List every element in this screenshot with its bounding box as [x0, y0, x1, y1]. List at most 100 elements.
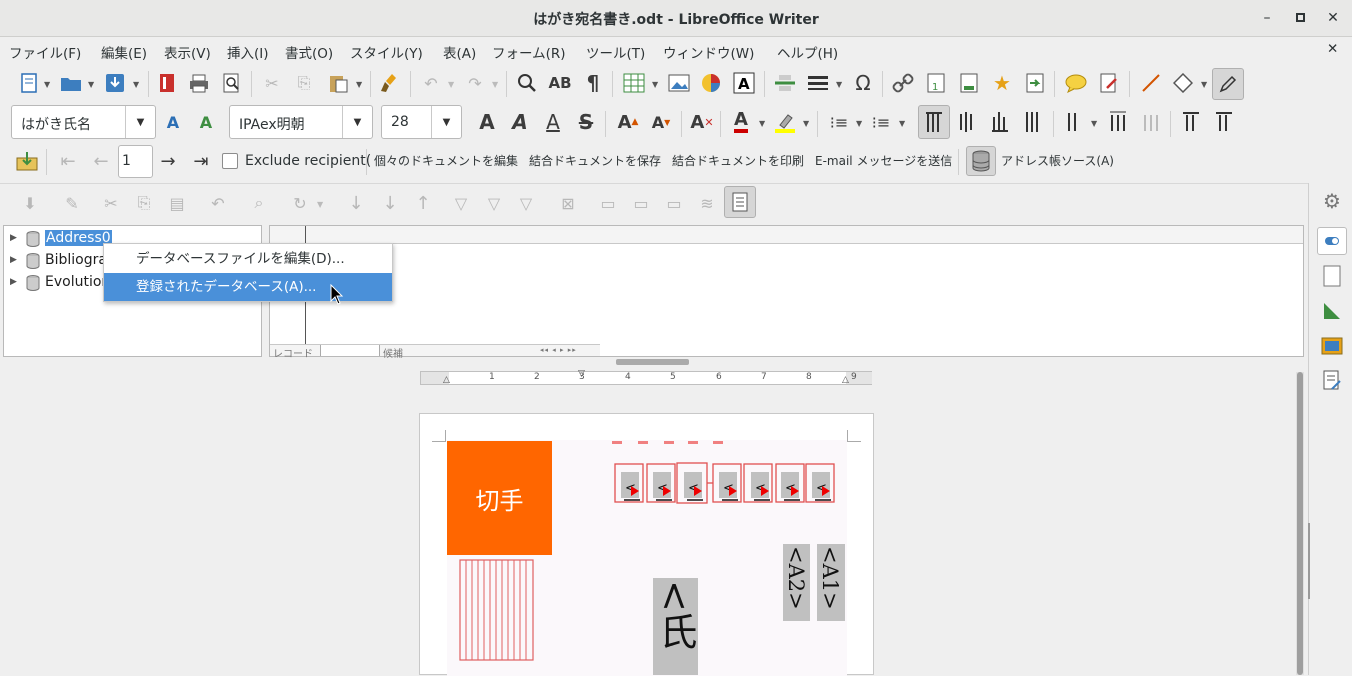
- basic-shapes-icon[interactable]: [1170, 70, 1196, 96]
- redo-icon[interactable]: ↷: [462, 70, 488, 96]
- find-record-icon[interactable]: ⌕: [246, 190, 272, 216]
- expand-icon[interactable]: ▶: [10, 277, 17, 287]
- menu-window[interactable]: ウィンドウ(W): [663, 42, 754, 62]
- increase-indent-icon[interactable]: [1178, 109, 1204, 135]
- find-replace-icon[interactable]: [514, 70, 540, 96]
- previous-record-icon[interactable]: ←: [88, 148, 114, 174]
- chevron-down-icon[interactable]: ▼: [1091, 119, 1097, 128]
- chevron-down-icon[interactable]: ▼: [492, 80, 498, 89]
- font-size-combo[interactable]: 28 ▼: [381, 105, 462, 139]
- first-line-indent-icon[interactable]: ▽: [578, 369, 585, 379]
- exclude-recipient-checkbox[interactable]: [222, 153, 238, 169]
- comment-icon[interactable]: [1063, 70, 1089, 96]
- menu-table[interactable]: 表(A): [443, 42, 476, 62]
- save-icon[interactable]: [102, 70, 128, 96]
- align-center-vertical-icon[interactable]: [954, 109, 980, 135]
- maximize-icon[interactable]: [1290, 8, 1310, 28]
- data-to-fields-icon[interactable]: ▭: [595, 190, 621, 216]
- edit-database-file-menu-item[interactable]: データベースファイルを編集(D)...: [104, 245, 392, 273]
- record-nav-icons[interactable]: ◂◂ ◂ ▸ ▸▸: [540, 346, 577, 354]
- clone-formatting-icon[interactable]: [377, 70, 403, 96]
- highlight-color-icon[interactable]: [772, 109, 798, 135]
- clear-formatting-icon[interactable]: A ✕: [689, 109, 715, 135]
- draw-functions-icon[interactable]: [1212, 68, 1244, 100]
- insert-field-icon[interactable]: [805, 70, 831, 96]
- expand-icon[interactable]: ▶: [10, 233, 17, 243]
- apply-filter-icon[interactable]: ▽: [513, 190, 539, 216]
- autofilter-icon[interactable]: ▽: [448, 190, 474, 216]
- chevron-down-icon[interactable]: ▼: [759, 119, 765, 128]
- update-style-icon[interactable]: A: [160, 109, 186, 135]
- address1-field[interactable]: <A1>: [817, 544, 845, 621]
- open-folder-icon[interactable]: [58, 70, 84, 96]
- insert-textbox-icon[interactable]: A: [731, 70, 757, 96]
- sort-descending-icon[interactable]: ↓: [377, 190, 403, 216]
- minimize-icon[interactable]: –: [1257, 8, 1277, 28]
- print-icon[interactable]: [186, 70, 212, 96]
- explorer-toggle-icon[interactable]: [724, 186, 756, 218]
- spelling-icon[interactable]: AB: [547, 70, 573, 96]
- special-character-icon[interactable]: Ω: [850, 70, 876, 96]
- italic-icon[interactable]: A: [507, 109, 533, 135]
- insert-data-icon[interactable]: ⬇: [17, 190, 43, 216]
- increase-spacing-icon[interactable]: [1105, 109, 1131, 135]
- refresh-icon[interactable]: ↻: [287, 190, 313, 216]
- export-pdf-icon[interactable]: [154, 70, 180, 96]
- chevron-down-icon[interactable]: ▼: [856, 119, 862, 128]
- connect-to-address-list-icon[interactable]: [14, 148, 40, 174]
- data-source-of-document-icon[interactable]: ▭: [661, 190, 687, 216]
- copy-icon[interactable]: ⎘: [131, 190, 157, 216]
- sidebar-settings-gear-icon[interactable]: ⚙: [1319, 188, 1345, 214]
- formatting-marks-icon[interactable]: ¶: [580, 70, 606, 96]
- close-icon[interactable]: ✕: [1323, 8, 1343, 28]
- sidebar-manage-changes-icon[interactable]: [1319, 368, 1345, 394]
- bold-icon[interactable]: A: [474, 109, 500, 135]
- cut-icon[interactable]: ✂: [98, 190, 124, 216]
- menu-view[interactable]: 表示(V): [164, 42, 211, 62]
- right-indent-marker-icon[interactable]: △: [842, 375, 849, 385]
- splitter-handle[interactable]: [616, 359, 689, 365]
- chevron-down-icon[interactable]: ▼: [836, 80, 842, 89]
- sort-ascending-icon[interactable]: ↓: [343, 190, 369, 216]
- chevron-down-icon[interactable]: ▼: [431, 106, 461, 138]
- record-field[interactable]: [320, 345, 380, 356]
- strikethrough-icon[interactable]: S: [573, 109, 599, 135]
- record-number-input[interactable]: 1: [118, 145, 153, 178]
- menu-edit[interactable]: 編集(E): [101, 42, 147, 62]
- edit-individual-documents-button[interactable]: 個々のドキュメントを編集: [374, 152, 518, 169]
- insert-page-break-icon[interactable]: [772, 70, 798, 96]
- undo-icon[interactable]: ↶: [418, 70, 444, 96]
- copy-icon[interactable]: ⎘: [291, 70, 317, 96]
- chevron-down-icon[interactable]: ▼: [88, 80, 94, 89]
- bookmark-star-icon[interactable]: ★: [989, 70, 1015, 96]
- name-field[interactable]: <氏: [653, 578, 698, 675]
- font-color-icon[interactable]: A: [728, 109, 754, 135]
- address-book-source-button[interactable]: アドレス帳ソース(A): [1001, 152, 1114, 169]
- vertical-scrollbar[interactable]: [1296, 372, 1304, 675]
- chevron-down-icon[interactable]: ▼: [1201, 80, 1207, 89]
- footnote-icon[interactable]: 1: [923, 70, 949, 96]
- underline-icon[interactable]: A: [540, 109, 566, 135]
- remove-filter-icon[interactable]: ⊠: [555, 190, 581, 216]
- decrease-spacing-icon[interactable]: [1138, 109, 1164, 135]
- new-style-icon[interactable]: A: [193, 109, 219, 135]
- chevron-down-icon[interactable]: ▼: [652, 80, 658, 89]
- address2-field[interactable]: <A2>: [783, 544, 810, 621]
- registered-databases-menu-item[interactable]: 登録されたデータベース(A)...: [104, 273, 392, 301]
- menu-format[interactable]: 書式(O): [285, 42, 333, 62]
- menu-tools[interactable]: ツール(T): [586, 42, 645, 62]
- first-record-icon[interactable]: ⇤: [55, 148, 81, 174]
- menu-form[interactable]: フォーム(R): [492, 42, 566, 62]
- line-spacing-icon[interactable]: [1061, 109, 1087, 135]
- cut-icon[interactable]: ✂: [259, 70, 285, 96]
- sidebar-gallery-icon[interactable]: [1319, 333, 1345, 359]
- address-book-source-icon[interactable]: [966, 146, 996, 176]
- chevron-down-icon[interactable]: ▼: [803, 119, 809, 128]
- send-email-messages-button[interactable]: E-mail メッセージを送信: [815, 152, 952, 169]
- last-record-icon[interactable]: ⇥: [188, 148, 214, 174]
- hyperlink-icon[interactable]: [890, 70, 916, 96]
- paste-icon[interactable]: ▤: [164, 190, 190, 216]
- print-preview-icon[interactable]: [219, 70, 245, 96]
- insert-chart-icon[interactable]: [698, 70, 724, 96]
- menu-styles[interactable]: スタイル(Y): [350, 42, 423, 62]
